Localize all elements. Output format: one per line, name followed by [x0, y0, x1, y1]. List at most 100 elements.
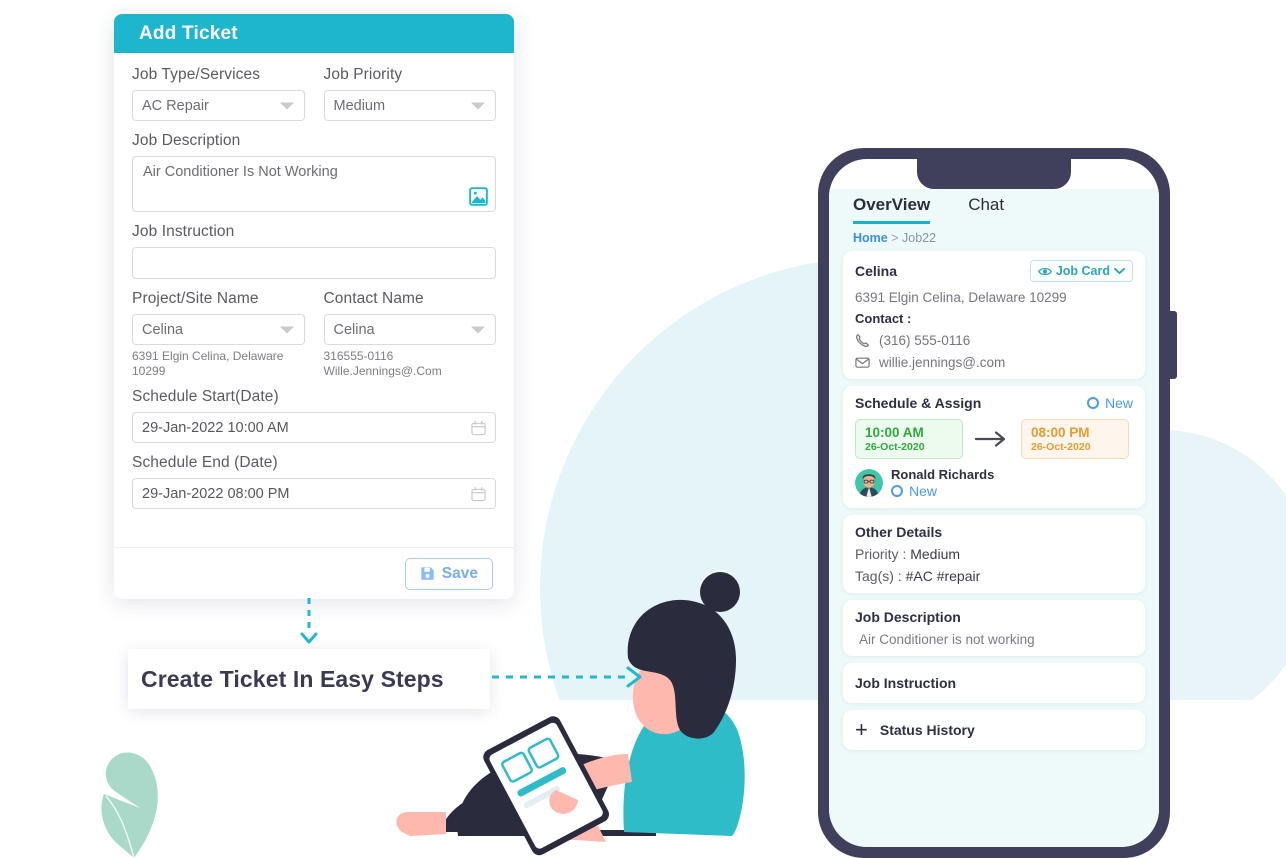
breadcrumb-separator: >: [891, 231, 899, 245]
job-card-label: Job Card: [1055, 264, 1110, 278]
job-priority-value: Medium: [333, 97, 386, 114]
arrow-right-icon: [975, 431, 1006, 447]
assignee-status: New: [891, 483, 994, 499]
job-description-card: Job Description Air Conditioner is not w…: [843, 600, 1145, 656]
contact-note-phone: 316555-0116: [323, 349, 394, 363]
schedule-start-date: 26-Oct-2020: [865, 441, 925, 453]
save-button[interactable]: Save: [404, 557, 493, 590]
row-type-priority: Job Type/Services AC Repair Job Priority…: [132, 66, 496, 121]
contact-name-label: Contact Name: [323, 290, 424, 307]
status-history-card[interactable]: + Status History: [843, 710, 1145, 750]
form-footer: Save: [114, 547, 514, 599]
job-type-select[interactable]: AC Repair: [132, 90, 305, 121]
tags-label: Tag(s) :: [855, 568, 902, 584]
priority-value: Medium: [910, 546, 961, 562]
chevron-down-icon: [279, 102, 294, 109]
contact-email-value: willie.jennings@.com: [879, 355, 1006, 370]
avatar: [855, 469, 883, 497]
image-attachment-icon[interactable]: [469, 187, 488, 206]
schedule-end-time: 08:00 PM: [1031, 425, 1090, 440]
contact-phone-row[interactable]: (316) 555-0116: [855, 333, 1133, 348]
chevron-down-icon: [1114, 267, 1125, 275]
form-body: Job Type/Services AC Repair Job Priority…: [114, 53, 514, 509]
status-history-row: + Status History: [855, 717, 1133, 742]
schedule-times: 10:00 AM 26-Oct-2020 08:00 PM 26-Oct-202…: [855, 419, 1133, 459]
leaf-decoration: [101, 752, 158, 858]
job-description-title: Job Description: [855, 609, 961, 625]
tab-bar: OverView Chat: [839, 189, 1149, 224]
schedule-title: Schedule & Assign: [855, 395, 982, 411]
tab-chat[interactable]: Chat: [968, 195, 1004, 224]
project-site-select[interactable]: Celina: [132, 314, 305, 345]
contact-name-select[interactable]: Celina: [323, 314, 496, 345]
schedule-end-chip: 08:00 PM 26-Oct-2020: [1021, 419, 1129, 459]
row-project-contact: Project/Site Name Celina 6391 Elgin Celi…: [132, 290, 496, 379]
phone-screen: OverView Chat Home > Job22 Celina Job Ca…: [829, 159, 1159, 847]
callout-text: Create Ticket In Easy Steps: [141, 665, 444, 692]
project-site-value: Celina: [142, 321, 184, 338]
status-history-title: Status History: [879, 722, 975, 738]
contact-label: Contact :: [855, 311, 912, 326]
schedule-end-value: 29-Jan-2022 08:00 PM: [142, 485, 290, 502]
phone-icon: [856, 334, 869, 347]
contact-email-row[interactable]: willie.jennings@.com: [855, 355, 1133, 370]
schedule-end-input[interactable]: 29-Jan-2022 08:00 PM: [132, 478, 496, 509]
assignee-row[interactable]: Ronald Richards New: [855, 467, 1133, 499]
other-details-title: Other Details: [855, 524, 943, 540]
callout-box: Create Ticket In Easy Steps: [128, 649, 490, 709]
contact-note-email: Wille.Jennings@.Com: [323, 364, 442, 378]
app-content: OverView Chat Home > Job22 Celina Job Ca…: [829, 189, 1159, 847]
chevron-down-icon: [471, 326, 485, 333]
phone-mockup: OverView Chat Home > Job22 Celina Job Ca…: [818, 148, 1177, 858]
job-instruction-title: Job Instruction: [855, 675, 957, 691]
job-type-label: Job Type/Services: [132, 66, 261, 83]
contact-card-title: Celina: [855, 263, 898, 279]
job-description-value: Air Conditioner Is Not Working: [143, 164, 338, 180]
job-instruction-card[interactable]: Job Instruction: [843, 663, 1145, 703]
schedule-start-value: 29-Jan-2022 10:00 AM: [142, 419, 289, 436]
plus-icon: +: [855, 717, 868, 742]
page-title: Add Ticket: [139, 22, 238, 44]
schedule-status-label: New: [1104, 395, 1133, 411]
tags-row: Tag(s) : #AC #repair: [855, 568, 1133, 584]
priority-row: Priority : Medium: [855, 546, 1133, 562]
page-root: Add Ticket Job Type/Services AC Repair J…: [0, 0, 1286, 858]
field-schedule-start: Schedule Start(Date) 29-Jan-2022 10:00 A…: [132, 388, 496, 443]
job-priority-label: Job Priority: [323, 66, 403, 83]
schedule-start-label: Schedule Start(Date): [132, 388, 279, 405]
job-description-label: Job Description: [132, 132, 241, 149]
add-ticket-form-card: Add Ticket Job Type/Services AC Repair J…: [114, 14, 514, 599]
schedule-assign-card: Schedule & Assign New 10:00 AM 26-Oct-20…: [843, 386, 1145, 508]
calendar-icon[interactable]: [471, 486, 486, 501]
field-job-priority: Job Priority Medium: [323, 66, 496, 121]
project-site-label: Project/Site Name: [132, 290, 259, 307]
schedule-start-time: 10:00 AM: [865, 425, 924, 440]
status-ring-icon: [891, 485, 903, 497]
breadcrumb-home[interactable]: Home: [853, 231, 888, 245]
project-site-note: 6391 Elgin Celina, Delaware 10299: [132, 349, 284, 378]
dashed-arrow-horizontal: [492, 666, 642, 688]
field-job-description: Job Description Air Conditioner Is Not W…: [132, 132, 496, 212]
job-priority-select[interactable]: Medium: [323, 90, 496, 121]
phone-side-button[interactable]: [1168, 311, 1177, 379]
job-card-button[interactable]: Job Card: [1029, 260, 1133, 282]
job-description-text: Air Conditioner is not working: [859, 632, 1035, 647]
breadcrumb-current: Job22: [902, 231, 937, 245]
assignee-status-label: New: [909, 483, 938, 499]
save-disk-icon: [421, 567, 434, 580]
field-project-site: Project/Site Name Celina 6391 Elgin Celi…: [132, 290, 305, 379]
form-header: Add Ticket: [114, 14, 514, 53]
schedule-status-badge[interactable]: New: [1086, 395, 1133, 411]
job-description-textarea[interactable]: Air Conditioner Is Not Working: [132, 156, 496, 212]
calendar-icon[interactable]: [471, 420, 486, 435]
chevron-down-icon: [279, 326, 294, 333]
assignee-info: Ronald Richards New: [891, 467, 994, 499]
tags-value: #AC #repair: [905, 568, 981, 584]
job-instruction-input[interactable]: [132, 247, 496, 279]
tab-overview[interactable]: OverView: [853, 195, 931, 224]
schedule-start-input[interactable]: 29-Jan-2022 10:00 AM: [132, 412, 496, 443]
field-job-type: Job Type/Services AC Repair: [132, 66, 305, 121]
chevron-down-icon: [471, 102, 485, 109]
phone-notch: [917, 159, 1071, 189]
contact-card: Celina Job Card 6391 Elgin Celina, Delaw…: [843, 251, 1145, 379]
